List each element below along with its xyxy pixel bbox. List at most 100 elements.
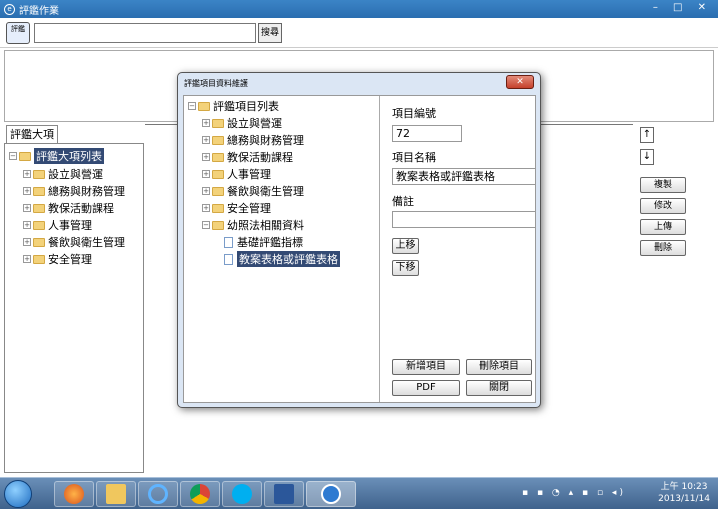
tree-item[interactable]: + 總務與財務管理 [202, 132, 304, 148]
word-icon [274, 484, 294, 504]
category-tree: − 評鑑大項列表 + 設立與營運 + 總務與財務管理 + 教保活動課程 + 人事管理 +… [4, 143, 144, 473]
expand-icon[interactable]: + [23, 170, 31, 178]
expand-icon[interactable]: + [23, 255, 31, 263]
start-button[interactable] [4, 480, 32, 508]
clock[interactable]: 上午 10:23 2013/11/14 [658, 481, 710, 505]
item-id-label: 項目編號 [392, 107, 436, 120]
expand-icon[interactable]: + [202, 187, 210, 195]
tree-child-selected[interactable]: 教案表格或評鑑表格 [224, 251, 340, 267]
tree-item[interactable]: + 安全管理 [23, 251, 92, 267]
dialog-title: 評鑑項目資料維護 [184, 79, 248, 88]
expand-icon[interactable]: + [202, 119, 210, 127]
expand-icon[interactable]: + [23, 187, 31, 195]
taskbar-word[interactable] [264, 481, 304, 507]
folder-icon [33, 254, 45, 264]
folder-icon [33, 186, 45, 196]
delete-button[interactable]: 刪除 [640, 240, 686, 256]
edit-button[interactable]: 修改 [640, 198, 686, 214]
folder-icon [198, 101, 210, 111]
folder-icon [212, 186, 224, 196]
taskbar-skype[interactable] [222, 481, 262, 507]
folder-icon [106, 484, 126, 504]
move-up-arrow-button[interactable]: ↑ [640, 127, 654, 143]
expand-icon[interactable]: + [23, 221, 31, 229]
remove-item-button[interactable]: 刪除項目 [466, 359, 532, 375]
add-item-button[interactable]: 新增項目 [392, 359, 460, 375]
copy-button[interactable]: 複製 [640, 177, 686, 193]
pdf-button[interactable]: PDF [392, 380, 460, 396]
folder-icon [33, 203, 45, 213]
upload-button[interactable]: 上傳 [640, 219, 686, 235]
dialog-body: − 評鑑項目列表 + 設立與營運 + 總務與財務管理 + 教保活動課程 + 人事管理 +… [183, 95, 536, 403]
taskbar-chrome[interactable] [180, 481, 220, 507]
folder-icon [212, 152, 224, 162]
expand-icon[interactable]: + [202, 170, 210, 178]
app-logo-icon [321, 484, 341, 504]
tree-root-label: 評鑑大項列表 [34, 148, 104, 164]
close-button[interactable]: 關閉 [466, 380, 532, 396]
tree-item[interactable]: + 餐飲與衛生管理 [23, 234, 125, 250]
item-id-field[interactable]: 72 [392, 125, 462, 142]
move-down-arrow-button[interactable]: ↓ [640, 149, 654, 165]
dialog-close-icon[interactable]: ✕ [506, 75, 534, 89]
taskbar-firefox[interactable] [54, 481, 94, 507]
app-icon[interactable]: 評鑑 [6, 22, 30, 44]
window-titlebar: e 評鑑作業 [0, 0, 718, 18]
tree-item[interactable]: + 人事管理 [202, 166, 271, 182]
tree-root[interactable]: − 評鑑大項列表 [9, 148, 104, 164]
tree-item[interactable]: + 教保活動課程 [202, 149, 293, 165]
folder-icon [212, 118, 224, 128]
folder-icon [212, 169, 224, 179]
collapse-icon[interactable]: − [9, 152, 17, 160]
taskbar: ▪ ▪ ◔ ▴ ▪ ▫ ◂) 上午 10:23 2013/11/14 [0, 477, 718, 509]
document-icon [224, 253, 233, 265]
collapse-icon[interactable]: − [188, 102, 196, 110]
taskbar-ie[interactable] [138, 481, 178, 507]
folder-icon [33, 237, 45, 247]
move-up-button[interactable]: 上移 [392, 238, 419, 254]
tree-item[interactable]: − 幼照法相關資料 [202, 217, 304, 233]
tree-item[interactable]: + 教保活動課程 [23, 200, 114, 216]
item-name-label: 項目名稱 [392, 151, 436, 164]
taskbar-app-active[interactable] [306, 481, 356, 507]
tree-item[interactable]: + 總務與財務管理 [23, 183, 125, 199]
collapse-icon[interactable]: − [202, 221, 210, 229]
folder-icon [33, 169, 45, 179]
window-controls[interactable]: – □ ✕ [653, 2, 712, 13]
document-icon [224, 236, 233, 248]
folder-icon [212, 220, 224, 230]
expand-icon[interactable]: + [202, 136, 210, 144]
search-button[interactable]: 搜尋 [258, 23, 282, 43]
tree-item[interactable]: + 安全管理 [202, 200, 271, 216]
tab-category[interactable]: 評鑑大項 [6, 125, 58, 144]
search-input[interactable] [34, 23, 256, 43]
expand-icon[interactable]: + [202, 153, 210, 161]
app-logo-icon: e [4, 3, 15, 15]
note-field[interactable] [392, 211, 536, 228]
tree-item[interactable]: + 設立與營運 [23, 166, 103, 182]
tree-item[interactable]: + 設立與營運 [202, 115, 282, 131]
chrome-icon [190, 484, 210, 504]
window-title: 評鑑作業 [19, 5, 59, 17]
folder-icon [33, 220, 45, 230]
folder-icon [212, 203, 224, 213]
tree-item[interactable]: + 人事管理 [23, 217, 92, 233]
divider [543, 124, 633, 125]
taskbar-explorer[interactable] [96, 481, 136, 507]
system-tray[interactable]: ▪ ▪ ◔ ▴ ▪ ▫ ◂) [522, 488, 626, 498]
note-label: 備註 [392, 195, 414, 208]
folder-icon [19, 151, 31, 161]
expand-icon[interactable]: + [23, 204, 31, 212]
tree-item[interactable]: + 餐飲與衛生管理 [202, 183, 304, 199]
item-maintenance-dialog: 評鑑項目資料維護 ✕ − 評鑑項目列表 + 設立與營運 + 總務與財務管理 + 教保活… [177, 72, 541, 408]
item-tree: − 評鑑項目列表 + 設立與營運 + 總務與財務管理 + 教保活動課程 + 人事管理 +… [184, 96, 380, 402]
internet-explorer-icon [148, 484, 168, 504]
tree-child[interactable]: 基礎評鑑指標 [224, 234, 303, 250]
tree-root[interactable]: − 評鑑項目列表 [188, 98, 279, 114]
item-name-field[interactable]: 教案表格或評鑑表格 [392, 168, 536, 185]
folder-icon [212, 135, 224, 145]
move-down-button[interactable]: 下移 [392, 260, 419, 276]
firefox-icon [64, 484, 84, 504]
expand-icon[interactable]: + [202, 204, 210, 212]
expand-icon[interactable]: + [23, 238, 31, 246]
